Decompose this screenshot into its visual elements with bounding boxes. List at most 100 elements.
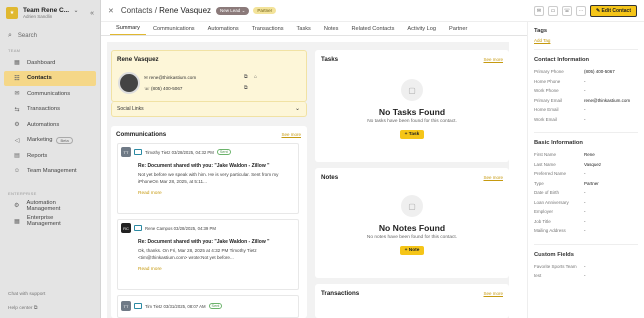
info-row: Home Phone -	[534, 77, 638, 87]
sidebar-item-enterprise-management[interactable]: ▦ Enterprise Management	[4, 214, 96, 230]
tab-activity-log[interactable]: Activity Log	[401, 26, 442, 35]
profile-phone[interactable]: (805) 400-5067	[151, 86, 182, 91]
help-center-link[interactable]: Help center ⧉	[8, 305, 37, 311]
breadcrumb-contacts[interactable]: Contacts	[121, 6, 153, 15]
basic-info-section: Basic Information First Name Rene Last Na…	[534, 132, 638, 236]
info-key: Home Email	[534, 107, 559, 113]
communication-item[interactable]: TT Timothy Tietz 03/28/2025, 04:32 PM Se…	[117, 143, 299, 214]
comm-from: Rene Campos	[145, 225, 173, 231]
comm-body: Ok, thanks. On Fri, Mar 28, 2025 at 4:32…	[138, 248, 257, 260]
status-badge: Sent	[208, 303, 223, 309]
add-note-button[interactable]: + Note	[400, 246, 424, 255]
automation-management-icon: ⚙	[14, 203, 20, 210]
comm-subject: Re: Document shared with you: "Jake Wald…	[138, 163, 270, 169]
megaphone-icon: ◁	[14, 137, 20, 144]
tab-tasks[interactable]: Tasks	[291, 26, 317, 35]
edit-contact-button[interactable]: ✎ Edit Contact	[589, 4, 637, 17]
team-icon: ☺	[13, 168, 21, 175]
sidebar-item-dashboard[interactable]: ▦ Dashboard	[4, 55, 96, 71]
edit-contact-label: Edit Contact	[601, 7, 631, 14]
tab-partner[interactable]: Partner	[443, 26, 473, 35]
comm-from: Tim Tietz	[145, 303, 163, 309]
contact-info-section: Contact Information Primary Phone (805) 4…	[534, 49, 638, 124]
contact-info-title: Contact Information	[534, 57, 590, 63]
sidebar-item-communications[interactable]: ✉ Communications	[4, 86, 96, 102]
comm-from: Timothy Tietz	[145, 149, 171, 155]
chat-icon: ✉	[14, 91, 20, 98]
collapse-sidebar-icon[interactable]: «	[90, 10, 94, 17]
info-row: First Name Rene	[534, 150, 638, 160]
notes-see-more[interactable]: See more	[483, 175, 503, 180]
transactions-see-more[interactable]: See more	[483, 291, 503, 296]
info-row: Preferred Name -	[534, 169, 638, 179]
mail-icon	[134, 225, 142, 231]
info-key: Date of Birth	[534, 190, 560, 196]
tags-title: Tags	[534, 28, 548, 34]
breadcrumb-separator: /	[154, 6, 157, 15]
info-key: Preferred Name	[534, 171, 567, 177]
sidebar-item-label: Automations	[27, 121, 60, 128]
comm-date: 03/28/2025, 04:39 PM	[173, 225, 216, 231]
page-title: Rene Vasquez	[159, 6, 212, 15]
communications-see-more[interactable]: See more	[281, 132, 301, 137]
clipboard-icon: ▢	[401, 79, 423, 101]
sidebar-item-marketing[interactable]: ◁ Marketing Beta	[4, 133, 96, 149]
sidebar-item-team-management[interactable]: ☺ Team Management	[4, 164, 96, 180]
tab-notes[interactable]: Notes	[318, 26, 345, 35]
sidebar-item-label: Automation Management	[26, 199, 61, 212]
info-key: Type	[534, 180, 544, 186]
phone-icon[interactable]: ☏	[561, 5, 572, 16]
copy-phone-icon[interactable]: ⧉	[244, 85, 248, 91]
add-tag-link[interactable]: Add Tag	[534, 38, 638, 43]
mail-icon	[134, 149, 142, 155]
status-label: New Lead	[220, 7, 241, 13]
team-switcher[interactable]: ★ Team Rene C... ⌄ Adrien Sandlin «	[0, 0, 100, 26]
sidebar-item-reports[interactable]: ▤ Reports	[4, 148, 96, 164]
more-icon[interactable]: ⋯	[575, 5, 586, 16]
search-icon: ⌕	[8, 32, 12, 39]
tasks-card: Tasks See more ▢ No Tasks Found No tasks…	[315, 50, 509, 162]
communication-item[interactable]: RC Rene Campos 03/28/2025, 04:39 PM Re: …	[117, 219, 299, 290]
close-icon[interactable]: ✕	[108, 7, 114, 15]
comm-date: 03/28/2025, 04:32 PM	[171, 149, 214, 155]
tab-related-contacts[interactable]: Related Contacts	[345, 26, 400, 35]
communications-title: Communications	[116, 131, 167, 138]
communications-card: Communications See more TT Timothy Tietz…	[111, 126, 307, 318]
tab-summary[interactable]: Summary	[110, 25, 146, 35]
avatar: TT	[121, 301, 131, 311]
social-links-toggle[interactable]: Social Links ⌄	[111, 102, 307, 117]
tab-communications[interactable]: Communications	[147, 26, 201, 35]
profile-card: Rene Vasquez ✉ rene@thinkastium.com ☏ (8…	[111, 50, 307, 102]
sidebar-search[interactable]: ⌕ Search	[0, 28, 100, 44]
tab-automations[interactable]: Automations	[202, 26, 245, 35]
read-more-link[interactable]: Read more	[138, 267, 298, 272]
status-badge: Sent	[216, 149, 231, 155]
sidebar-item-automation-management[interactable]: ⚙ Automation Management	[4, 198, 96, 214]
search-label: Search	[17, 33, 37, 39]
team-name: Team Rene C...	[23, 7, 70, 14]
sidebar-item-automations[interactable]: ⚙ Automations	[4, 117, 96, 133]
page-header: ✕ Contacts / Rene Vasquez New Lead ⌄ Par…	[101, 0, 644, 22]
sidebar-item-contacts[interactable]: ☷ Contacts	[4, 70, 96, 86]
info-value: Rene	[584, 152, 595, 158]
info-row: Work Phone -	[534, 86, 638, 96]
help-center-label: Help center	[8, 306, 33, 311]
team-logo: ★	[6, 7, 18, 19]
sidebar-item-transactions[interactable]: ⇆ Transactions	[4, 102, 96, 118]
read-more-link[interactable]: Read more	[138, 191, 298, 196]
tasks-see-more[interactable]: See more	[483, 57, 503, 62]
reports-icon: ▤	[14, 153, 20, 160]
add-task-button[interactable]: + Task	[400, 130, 424, 139]
info-value: -	[584, 199, 586, 205]
copy-email-icon[interactable]: ⧉	[244, 74, 248, 80]
chat-support-link[interactable]: Chat with support	[8, 292, 45, 297]
info-value: -	[584, 228, 586, 234]
message-icon[interactable]: ▭	[547, 5, 558, 16]
profile-email[interactable]: rene@thinkastium.com	[149, 75, 196, 80]
note-icon: ▢	[401, 195, 423, 217]
profile-phone-row: ☏ (805) 400-5067	[144, 86, 182, 92]
tab-transactions[interactable]: Transactions	[246, 26, 290, 35]
email-icon[interactable]: ✉	[533, 5, 544, 16]
communication-item[interactable]: TT Tim Tietz 03/31/2025, 08:07 AM Sent	[117, 295, 299, 318]
status-badge[interactable]: New Lead ⌄	[216, 6, 250, 15]
